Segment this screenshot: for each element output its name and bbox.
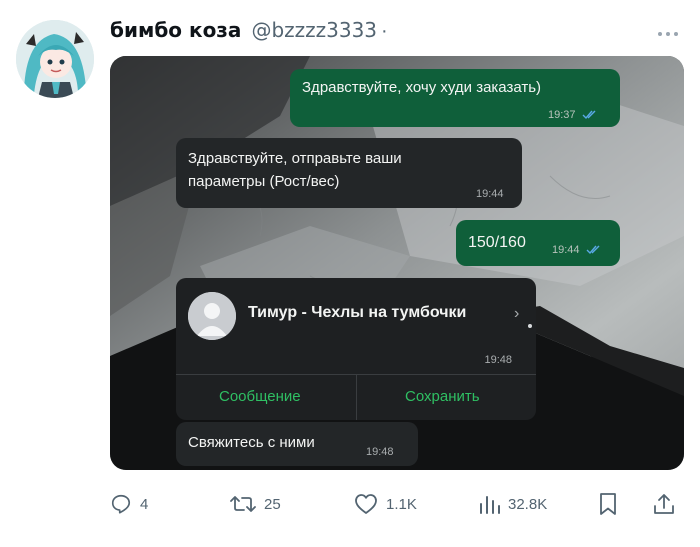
views-icon [480, 496, 500, 514]
repost-button[interactable]: 25 [230, 486, 281, 522]
avatar-image [16, 20, 94, 98]
message-time: 19:37 [548, 109, 576, 121]
message-incoming-2[interactable]: Свяжитесь с ними 19:48 [176, 422, 418, 466]
views-count: 32.8K [508, 495, 548, 513]
message-time: 19:44 [552, 244, 580, 256]
message-text-line-1: Здравствуйте, отправьте ваши [188, 150, 402, 167]
like-count: 1.1K [386, 495, 417, 513]
like-button[interactable]: 1.1K [354, 486, 417, 522]
repost-count: 25 [264, 495, 281, 513]
message-contact-button[interactable]: Сообщение [219, 388, 301, 405]
message-incoming-1[interactable]: Здравствуйте, отправьте ваши параметры (… [176, 138, 522, 208]
message-time: 19:44 [476, 188, 504, 200]
message-text: Здравствуйте, хочу худи заказать) [302, 79, 542, 96]
post-actions: 4 25 1.1K 32.8K [110, 486, 684, 522]
message-text-line-2: параметры (Рост/вес) [188, 173, 340, 190]
display-name[interactable]: бимбо коза [110, 18, 241, 42]
repost-icon [230, 496, 256, 512]
message-text: Свяжитесь с ними [188, 434, 315, 451]
avatar[interactable] [16, 20, 94, 98]
more-icon[interactable] [654, 26, 682, 42]
separator-dot: · [381, 20, 388, 42]
post-image[interactable]: Здравствуйте, хочу худи заказать) 19:37 … [110, 56, 684, 470]
contact-avatar-icon [188, 292, 236, 340]
chevron-right-icon[interactable]: › [514, 305, 519, 323]
reply-button[interactable]: 4 [110, 486, 148, 522]
divider [356, 374, 357, 420]
read-ticks-icon [586, 245, 600, 255]
message-text: 150/160 [468, 234, 526, 251]
read-ticks-icon [582, 110, 596, 120]
message-outgoing-1[interactable]: Здравствуйте, хочу худи заказать) 19:37 [290, 69, 620, 127]
message-time: 19:48 [366, 446, 394, 458]
contact-name[interactable]: Тимур - Чехлы на тумбочки [248, 304, 466, 322]
unread-dot [528, 324, 532, 328]
save-contact-button[interactable]: Сохранить [405, 388, 480, 405]
message-time: 19:48 [484, 354, 512, 366]
like-icon [355, 494, 377, 514]
views-button[interactable]: 32.8K [478, 486, 547, 522]
contact-card[interactable]: Тимур - Чехлы на тумбочки › 19:48 Сообще… [176, 278, 536, 420]
post-header: бимбо коза @bzzzz3333 · [110, 18, 388, 48]
reply-count: 4 [140, 495, 149, 513]
share-icon [654, 494, 674, 514]
bookmark-icon [600, 493, 616, 515]
share-button[interactable] [652, 486, 676, 522]
user-handle[interactable]: @bzzzz3333 [251, 18, 377, 42]
message-outgoing-2[interactable]: 150/160 19:44 [456, 220, 620, 266]
bookmark-button[interactable] [598, 486, 618, 522]
reply-icon [111, 494, 131, 514]
